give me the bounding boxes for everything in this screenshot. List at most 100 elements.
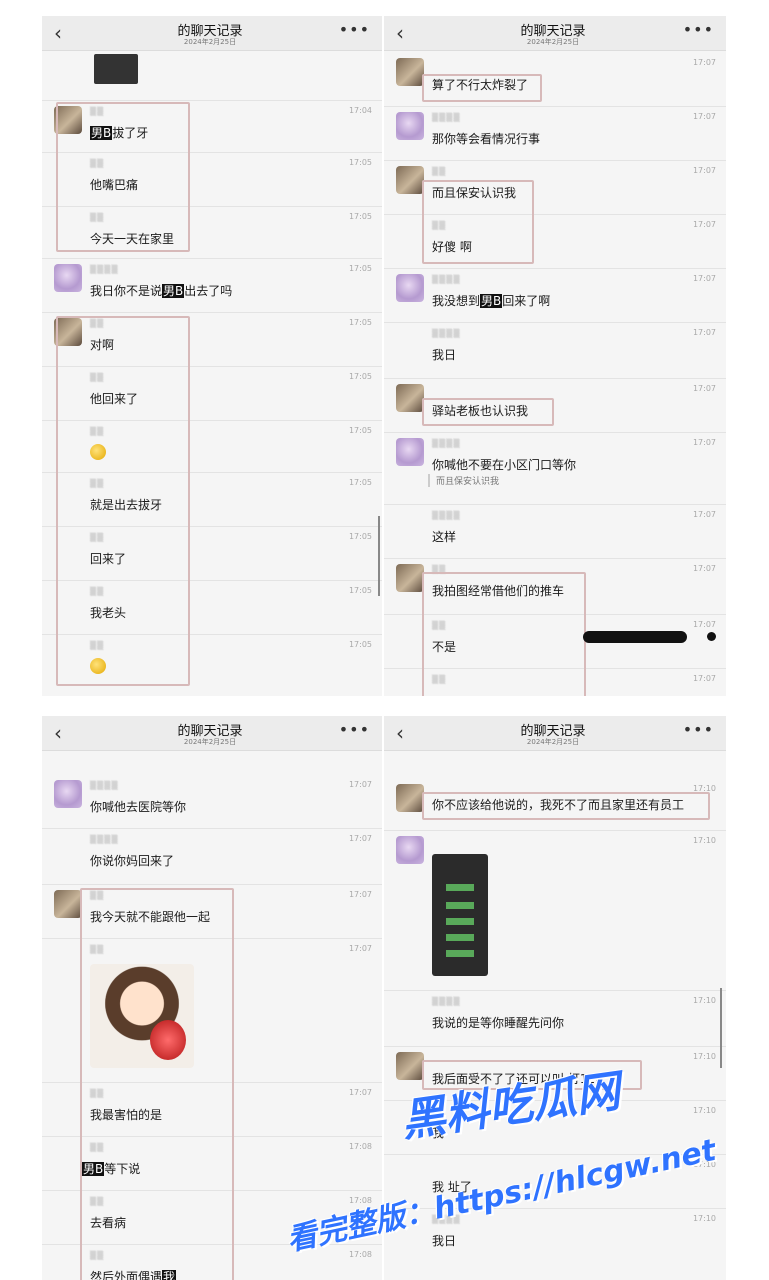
timestamp: 17:08	[348, 1142, 372, 1151]
list-item: 17:07 驿站老板也认识我	[384, 378, 726, 433]
image-thumbnail[interactable]	[94, 54, 138, 84]
list-item: ▒▒▒▒ 17:07 你喊他不要在小区门口等你 而且保安认识我	[384, 432, 726, 505]
list-item: ▒▒▒▒ 17:07 我日	[384, 322, 726, 379]
timestamp: 17:07	[692, 564, 716, 573]
chat-date: 2024年2月25日	[183, 38, 237, 46]
avatar[interactable]	[396, 438, 424, 466]
kid-sticker-image[interactable]	[90, 964, 194, 1068]
list-item: 17:07 算了不行太炸裂了	[384, 52, 726, 107]
avatar[interactable]	[54, 780, 82, 808]
message-text: 我说的是等你睡醒先问你	[432, 1016, 565, 1030]
message-text: 我日你不是说男B出去了吗	[90, 284, 233, 298]
avatar[interactable]	[396, 564, 424, 592]
back-icon[interactable]: ‹	[54, 21, 62, 45]
chat-header: ‹ 的聊天记录 2024年2月25日 •••	[384, 716, 726, 751]
chat-date: 2024年2月25日	[526, 38, 580, 46]
list-item: ▒▒ 17:07 我今天就不能跟他一起	[42, 884, 382, 939]
avatar[interactable]	[396, 166, 424, 194]
timestamp: 17:07	[348, 1088, 372, 1097]
avatar[interactable]	[54, 264, 82, 292]
back-icon[interactable]: ‹	[54, 721, 62, 745]
list-item: ▒▒▒▒ 17:05 我日你不是说男B出去了吗	[42, 258, 382, 313]
message-text: 我拍图经常借他们的推车	[432, 584, 565, 598]
timestamp: 17:05	[348, 212, 372, 221]
avatar[interactable]	[396, 836, 424, 864]
message-text: 你喊他去医院等你	[90, 800, 187, 814]
more-icon[interactable]: •••	[339, 720, 370, 739]
message-text: 然后外面偶遇我	[90, 1268, 177, 1280]
timestamp: 17:10	[692, 996, 716, 1005]
avatar[interactable]	[54, 890, 82, 918]
timestamp: 17:07	[692, 274, 716, 283]
list-item: ▒▒ 17:07	[42, 938, 382, 1083]
list-item: ▒▒ 17:05 他嘴巴痛	[42, 152, 382, 207]
message-text: 他嘴巴痛	[90, 178, 139, 192]
timestamp: 17:07	[692, 674, 716, 683]
scrollbar[interactable]	[378, 516, 380, 596]
timestamp: 17:07	[692, 328, 716, 337]
message-text: 我日	[432, 1234, 457, 1248]
chat-header: ‹ 的聊天记录 2024年2月25日 •••	[384, 16, 726, 51]
list-item: ▒▒ 17:05 他回来了	[42, 366, 382, 421]
list-item: ▒▒ 17:05 就是出去拔牙	[42, 472, 382, 527]
timestamp: 17:05	[348, 478, 372, 487]
list-item: ▒▒▒▒ 17:07 这样	[384, 504, 726, 559]
list-item: ▒▒ 17:07 我拍图经常借他们的推车	[384, 558, 726, 615]
timestamp: 17:08	[348, 1250, 372, 1259]
timestamp: 17:05	[348, 426, 372, 435]
avatar[interactable]	[396, 274, 424, 302]
avatar[interactable]	[396, 784, 424, 812]
avatar[interactable]	[396, 112, 424, 140]
list-item: ▒▒ 17:05 对啊	[42, 312, 382, 367]
emoji-sticker-icon[interactable]	[90, 658, 106, 674]
more-icon[interactable]: •••	[339, 20, 370, 39]
avatar[interactable]	[396, 58, 424, 86]
message-text: 男B拔了牙	[90, 126, 149, 140]
timestamp: 17:07	[348, 944, 372, 953]
message-text: 那你等会看情况行事	[432, 132, 541, 146]
sender-name: ▒▒	[90, 107, 105, 116]
timestamp: 17:10	[692, 1214, 716, 1223]
message-text: 这样	[432, 530, 457, 544]
list-item: ▒▒ 17:05 回来了	[42, 526, 382, 581]
timestamp: 17:05	[348, 640, 372, 649]
more-icon[interactable]: •••	[683, 20, 714, 39]
timestamp: 17:07	[692, 510, 716, 519]
timestamp: 17:05	[348, 158, 372, 167]
timestamp: 17:05	[348, 318, 372, 327]
message-text: 你说你妈回来了	[90, 854, 175, 868]
more-icon[interactable]: •••	[683, 720, 714, 739]
message-text: 而且保安认识我	[432, 186, 517, 200]
avatar[interactable]	[54, 106, 82, 134]
list-item: ▒▒ 17:07 好傻 啊	[384, 214, 726, 269]
timestamp: 17:07	[692, 220, 716, 229]
message-text: 你不应该给他说的，我死不了而且家里还有员工	[432, 798, 685, 812]
message-text: 算了不行太炸裂了	[432, 78, 529, 92]
chat-header: ‹ 的聊天记录 2024年2月25日 •••	[42, 716, 382, 751]
list-item: ▒▒▒▒ 17:07 我没想到男B回来了啊	[384, 268, 726, 323]
timestamp: 17:05	[348, 264, 372, 273]
back-icon[interactable]: ‹	[396, 721, 404, 745]
message-text: 驿站老板也认识我	[432, 404, 529, 418]
timestamp: 17:05	[348, 532, 372, 541]
message-text: 对啊	[90, 338, 115, 352]
message-text: 今天一天在家里	[90, 232, 175, 246]
timestamp: 17:10	[692, 1052, 716, 1061]
avatar[interactable]	[54, 318, 82, 346]
message-text: 我最害怕的是	[90, 1108, 163, 1122]
timestamp: 17:10	[692, 836, 716, 845]
quoted-message[interactable]: 而且保安认识我	[428, 474, 499, 487]
timestamp: 17:10	[692, 1106, 716, 1115]
chat-screenshot-image[interactable]	[432, 854, 488, 976]
message-text: 我没想到男B回来了啊	[432, 294, 551, 308]
emoji-sticker-icon[interactable]	[90, 444, 106, 460]
timestamp: 17:07	[692, 112, 716, 121]
message-text: 男B等下说	[82, 1162, 141, 1176]
timestamp: 17:07	[348, 780, 372, 789]
avatar[interactable]	[396, 384, 424, 412]
redaction-mark	[583, 629, 716, 645]
avatar[interactable]	[396, 1052, 424, 1080]
timestamp: 17:07	[348, 890, 372, 899]
scrollbar[interactable]	[720, 988, 722, 1068]
back-icon[interactable]: ‹	[396, 21, 404, 45]
